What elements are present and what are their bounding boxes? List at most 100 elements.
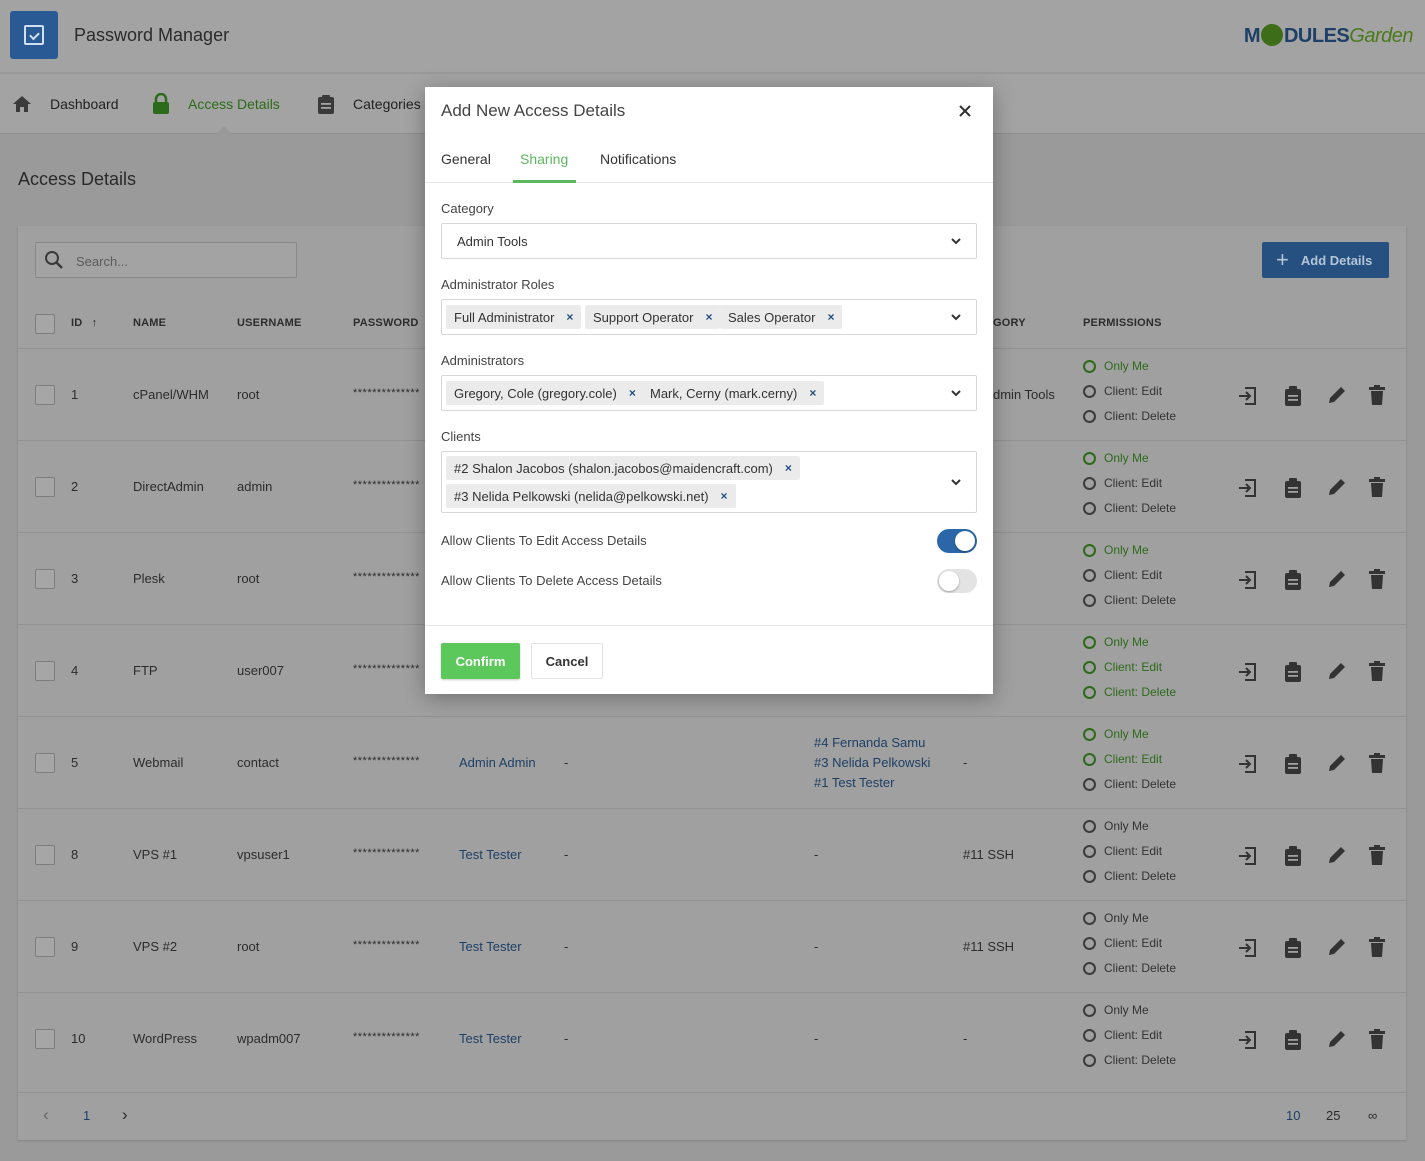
- login-icon[interactable]: [1237, 477, 1259, 502]
- permission-radio[interactable]: Client: Delete: [1083, 501, 1176, 515]
- tag-remove-icon[interactable]: ×: [629, 386, 636, 400]
- prev-page-button[interactable]: ‹: [43, 1105, 49, 1125]
- permission-radio[interactable]: Client: Delete: [1083, 1053, 1176, 1067]
- permission-radio[interactable]: Client: Edit: [1083, 1028, 1162, 1042]
- cell-owner-link[interactable]: Test Tester: [459, 847, 522, 862]
- page-size-10[interactable]: 10: [1286, 1108, 1300, 1123]
- copy-clipboard-icon[interactable]: [1283, 937, 1303, 962]
- column-username[interactable]: USERNAME: [237, 317, 302, 329]
- admin-roles-multiselect[interactable]: Full Administrator× Support Operator× Sa…: [441, 299, 977, 335]
- tag-remove-icon[interactable]: ×: [566, 310, 573, 324]
- permission-radio[interactable]: Client: Edit: [1083, 568, 1162, 582]
- column-password[interactable]: PASSWORD: [353, 317, 419, 329]
- permission-radio[interactable]: Only Me: [1083, 359, 1149, 373]
- row-checkbox[interactable]: [35, 753, 55, 773]
- login-icon[interactable]: [1237, 385, 1259, 410]
- tab-general[interactable]: General: [441, 151, 491, 167]
- trash-icon[interactable]: [1368, 477, 1386, 500]
- copy-clipboard-icon[interactable]: [1283, 753, 1303, 778]
- row-checkbox[interactable]: [35, 385, 55, 405]
- permission-radio[interactable]: Only Me: [1083, 1003, 1149, 1017]
- tag-remove-icon[interactable]: ×: [721, 489, 728, 503]
- permission-radio[interactable]: Only Me: [1083, 635, 1149, 649]
- allow-edit-toggle[interactable]: [937, 529, 977, 553]
- permission-radio[interactable]: Client: Edit: [1083, 476, 1162, 490]
- copy-clipboard-icon[interactable]: [1283, 1029, 1303, 1054]
- edit-pencil-icon[interactable]: [1327, 1029, 1347, 1052]
- page-size-25[interactable]: 25: [1326, 1108, 1340, 1123]
- shared-client-link[interactable]: #1 Test Tester: [814, 775, 894, 790]
- cell-owner-link[interactable]: Test Tester: [459, 1031, 522, 1046]
- copy-clipboard-icon[interactable]: [1283, 569, 1303, 594]
- confirm-button[interactable]: Confirm: [441, 643, 520, 679]
- tab-sharing[interactable]: Sharing: [520, 151, 568, 167]
- trash-icon[interactable]: [1368, 753, 1386, 776]
- add-details-button[interactable]: +Add Details: [1262, 242, 1389, 278]
- search-input[interactable]: Search...: [35, 242, 297, 278]
- copy-clipboard-icon[interactable]: [1283, 385, 1303, 410]
- tab-notifications[interactable]: Notifications: [600, 151, 676, 167]
- login-icon[interactable]: [1237, 569, 1259, 594]
- copy-clipboard-icon[interactable]: [1283, 477, 1303, 502]
- close-icon[interactable]: [955, 101, 975, 121]
- column-id[interactable]: ID ↑: [71, 317, 97, 329]
- category-select[interactable]: Admin Tools: [441, 223, 977, 259]
- cell-owner-link[interactable]: Admin Admin: [459, 755, 536, 770]
- trash-icon[interactable]: [1368, 661, 1386, 684]
- row-checkbox[interactable]: [35, 661, 55, 681]
- login-icon[interactable]: [1237, 661, 1259, 686]
- permission-radio[interactable]: Client: Delete: [1083, 777, 1176, 791]
- permission-radio[interactable]: Client: Delete: [1083, 409, 1176, 423]
- nav-dashboard[interactable]: Dashboard: [12, 74, 119, 134]
- administrators-multiselect[interactable]: Gregory, Cole (gregory.cole)× Mark, Cern…: [441, 375, 977, 411]
- edit-pencil-icon[interactable]: [1327, 385, 1347, 408]
- shared-client-link[interactable]: #3 Nelida Pelkowski: [814, 755, 930, 770]
- row-checkbox[interactable]: [35, 1029, 55, 1049]
- row-checkbox[interactable]: [35, 937, 55, 957]
- edit-pencil-icon[interactable]: [1327, 477, 1347, 500]
- row-checkbox[interactable]: [35, 845, 55, 865]
- trash-icon[interactable]: [1368, 937, 1386, 960]
- permission-radio[interactable]: Only Me: [1083, 911, 1149, 925]
- edit-pencil-icon[interactable]: [1327, 845, 1347, 868]
- allow-delete-toggle[interactable]: [937, 569, 977, 593]
- trash-icon[interactable]: [1368, 569, 1386, 592]
- shared-client-link[interactable]: #4 Fernanda Samu: [814, 735, 925, 750]
- edit-pencil-icon[interactable]: [1327, 661, 1347, 684]
- permission-radio[interactable]: Client: Edit: [1083, 660, 1162, 674]
- tag-remove-icon[interactable]: ×: [809, 386, 816, 400]
- nav-access-details[interactable]: Access Details: [152, 74, 280, 134]
- permission-radio[interactable]: Client: Delete: [1083, 869, 1176, 883]
- permission-radio[interactable]: Only Me: [1083, 543, 1149, 557]
- select-all-checkbox[interactable]: [35, 314, 55, 334]
- column-name[interactable]: NAME: [133, 317, 166, 329]
- permission-radio[interactable]: Client: Delete: [1083, 961, 1176, 975]
- row-checkbox[interactable]: [35, 477, 55, 497]
- trash-icon[interactable]: [1368, 385, 1386, 408]
- cell-owner-link[interactable]: Test Tester: [459, 939, 522, 954]
- tag-remove-icon[interactable]: ×: [785, 461, 792, 475]
- page-size-all[interactable]: ∞: [1368, 1108, 1377, 1123]
- trash-icon[interactable]: [1368, 845, 1386, 868]
- login-icon[interactable]: [1237, 1029, 1259, 1054]
- tag-remove-icon[interactable]: ×: [827, 310, 834, 324]
- permission-radio[interactable]: Only Me: [1083, 819, 1149, 833]
- page-1-button[interactable]: 1: [83, 1108, 90, 1123]
- permission-radio[interactable]: Client: Edit: [1083, 844, 1162, 858]
- trash-icon[interactable]: [1368, 1029, 1386, 1052]
- copy-clipboard-icon[interactable]: [1283, 661, 1303, 686]
- permission-radio[interactable]: Client: Delete: [1083, 685, 1176, 699]
- permission-radio[interactable]: Only Me: [1083, 451, 1149, 465]
- copy-clipboard-icon[interactable]: [1283, 845, 1303, 870]
- row-checkbox[interactable]: [35, 569, 55, 589]
- tag-remove-icon[interactable]: ×: [705, 310, 712, 324]
- login-icon[interactable]: [1237, 937, 1259, 962]
- edit-pencil-icon[interactable]: [1327, 569, 1347, 592]
- login-icon[interactable]: [1237, 845, 1259, 870]
- nav-categories[interactable]: Categories: [317, 74, 421, 134]
- edit-pencil-icon[interactable]: [1327, 753, 1347, 776]
- next-page-button[interactable]: ›: [122, 1105, 128, 1125]
- permission-radio[interactable]: Client: Edit: [1083, 384, 1162, 398]
- permission-radio[interactable]: Client: Delete: [1083, 593, 1176, 607]
- permission-radio[interactable]: Client: Edit: [1083, 936, 1162, 950]
